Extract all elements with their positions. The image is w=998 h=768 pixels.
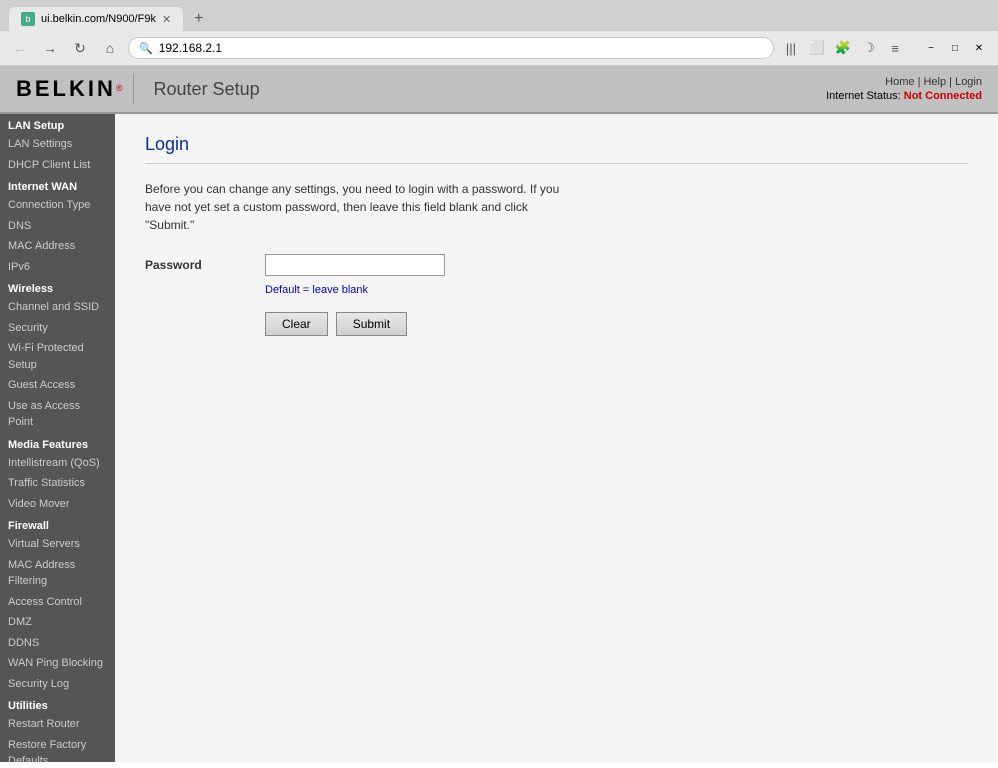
extension-icon[interactable]: 🧩	[832, 37, 854, 59]
sidebar-item-video-mover[interactable]: Video Mover	[0, 494, 115, 515]
sidebar: LAN SetupLAN SettingsDHCP Client ListInt…	[0, 114, 115, 762]
new-tab-button[interactable]: +	[188, 10, 209, 28]
back-button[interactable]: ←	[8, 36, 32, 60]
window-controls: − □ ✕	[920, 37, 990, 59]
sidebar-item-mac-address[interactable]: MAC Address	[0, 236, 115, 257]
router-header: BELKIN® Router Setup Home | Help | Login…	[0, 66, 998, 114]
submit-button[interactable]: Submit	[336, 312, 407, 336]
belkin-logo: BELKIN®	[16, 76, 123, 102]
address-bar: 🔍	[128, 37, 774, 59]
sidebar-item-channel-and-ssid[interactable]: Channel and SSID	[0, 297, 115, 318]
sidebar-item-intellistream-qos-[interactable]: Intellistream (QoS)	[0, 453, 115, 474]
default-hint: Default = leave blank	[265, 284, 968, 296]
sidebar-item-ipv6[interactable]: IPv6	[0, 257, 115, 278]
internet-status: Internet Status: Not Connected	[826, 90, 982, 102]
sidebar-item-lan-settings[interactable]: LAN Settings	[0, 134, 115, 155]
router-setup-title: Router Setup	[154, 79, 260, 100]
sidebar-item-connection-type[interactable]: Connection Type	[0, 195, 115, 216]
forward-button[interactable]: →	[38, 36, 62, 60]
password-row: Password	[145, 254, 968, 276]
login-description: Before you can change any settings, you …	[145, 180, 565, 234]
address-input[interactable]	[159, 41, 763, 55]
sidebar-section-firewall: Firewall	[0, 514, 115, 534]
menu-icon[interactable]: ≡	[884, 37, 906, 59]
sidebar-item-guest-access[interactable]: Guest Access	[0, 375, 115, 396]
login-form: Password Default = leave blank Clear Sub…	[145, 254, 968, 336]
main-content: Login Before you can change any settings…	[115, 114, 998, 762]
reload-button[interactable]: ↻	[68, 36, 92, 60]
reading-mode-icon[interactable]: ⬜	[806, 37, 828, 59]
sidebar-item-restart-router[interactable]: Restart Router	[0, 714, 115, 735]
sidebar-item-ddns[interactable]: DDNS	[0, 633, 115, 654]
home-button[interactable]: ⌂	[98, 36, 122, 60]
sidebar-item-use-as-access-point[interactable]: Use as Access Point	[0, 396, 115, 433]
sidebar-section-media-features: Media Features	[0, 433, 115, 453]
restore-button[interactable]: □	[944, 37, 966, 59]
sidebar-item-access-control[interactable]: Access Control	[0, 592, 115, 613]
active-tab[interactable]: b ui.belkin.com/N900/F9k ✕	[8, 6, 184, 31]
password-input[interactable]	[265, 254, 445, 276]
sidebar-section-lan-setup: LAN Setup	[0, 114, 115, 134]
tab-bar: b ui.belkin.com/N900/F9k ✕ +	[0, 0, 998, 31]
browser-actions: ||| ⬜ 🧩 ☽ ≡	[780, 37, 906, 59]
minimize-button[interactable]: −	[920, 37, 942, 59]
sidebar-item-dhcp-client-list[interactable]: DHCP Client List	[0, 155, 115, 176]
close-button[interactable]: ✕	[968, 37, 990, 59]
sidebar-section-utilities: Utilities	[0, 694, 115, 714]
lock-icon: 🔍	[139, 42, 153, 55]
sidebar-item-security-log[interactable]: Security Log	[0, 674, 115, 695]
sidebar-item-restore-factory-defaults[interactable]: Restore Factory Defaults	[0, 735, 115, 763]
sidebar-item-security[interactable]: Security	[0, 318, 115, 339]
sidebar-section-wireless: Wireless	[0, 277, 115, 297]
account-icon[interactable]: ☽	[858, 37, 880, 59]
sidebar-item-dns[interactable]: DNS	[0, 216, 115, 237]
internet-status-label: Internet Status:	[826, 90, 901, 102]
form-buttons: Clear Submit	[265, 312, 968, 336]
header-nav-links: Home | Help | Login	[826, 76, 982, 88]
sidebar-item-dmz[interactable]: DMZ	[0, 612, 115, 633]
clear-button[interactable]: Clear	[265, 312, 328, 336]
sidebar-section-internet-wan: Internet WAN	[0, 175, 115, 195]
sidebar-item-wan-ping-blocking[interactable]: WAN Ping Blocking	[0, 653, 115, 674]
bookmarks-icon[interactable]: |||	[780, 37, 802, 59]
sidebar-item-mac-address-filtering[interactable]: MAC Address Filtering	[0, 555, 115, 592]
tab-close-button[interactable]: ✕	[162, 13, 171, 26]
header-right: Home | Help | Login Internet Status: Not…	[826, 76, 982, 102]
tab-title: ui.belkin.com/N900/F9k	[41, 13, 156, 25]
password-label: Password	[145, 258, 265, 272]
tab-favicon: b	[21, 12, 35, 26]
login-title: Login	[145, 134, 968, 164]
browser-toolbar: ← → ↻ ⌂ 🔍 ||| ⬜ 🧩 ☽ ≡ − □ ✕	[0, 31, 998, 65]
sidebar-item-wi-fi-protected-setup[interactable]: Wi-Fi Protected Setup	[0, 338, 115, 375]
sidebar-item-virtual-servers[interactable]: Virtual Servers	[0, 534, 115, 555]
internet-status-value: Not Connected	[904, 90, 982, 102]
sidebar-item-traffic-statistics[interactable]: Traffic Statistics	[0, 473, 115, 494]
